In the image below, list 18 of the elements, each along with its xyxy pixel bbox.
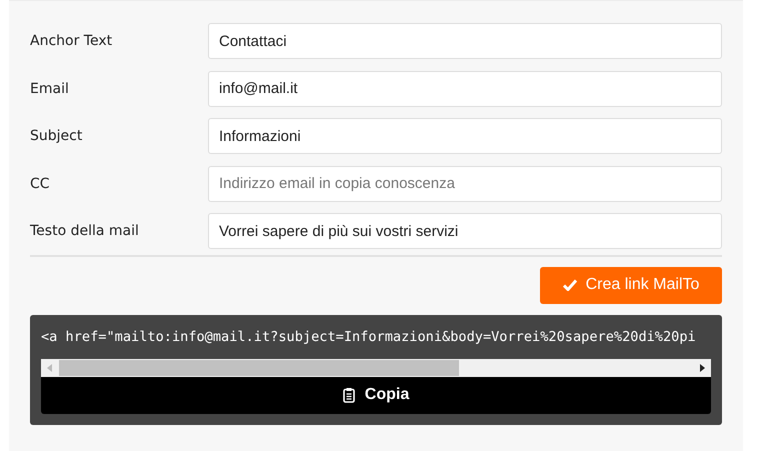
scrollbar-thumb[interactable] [59,360,459,376]
checkmark-icon [562,279,577,291]
field-label: CC [30,176,51,192]
input-field[interactable]: Vorrei sapere di più sui vostri servizi [208,213,722,249]
field-label: Email [30,80,70,96]
left-arrow-icon [47,364,53,372]
input-field[interactable]: Contattaci [208,23,722,59]
input-field[interactable]: Informazioni [208,118,722,154]
right-arrow-icon [699,364,705,372]
horizontal-scrollbar[interactable] [41,358,711,376]
field-label: Anchor Text [30,33,114,49]
input-field[interactable]: info@mail.it [208,70,722,106]
field-label: Subject [30,128,84,144]
clipboard-icon [342,388,355,402]
field-label: Testo della mail [30,223,140,239]
code-text: <a href="mailto:info@mail.it?subject=Informazioni&body=Vorrei%20sapere%20di%20pi [41,328,697,346]
input-field[interactable]: Indirizzo email in copia conoscenza [208,166,722,202]
copy-button[interactable]: Copia [41,376,711,414]
